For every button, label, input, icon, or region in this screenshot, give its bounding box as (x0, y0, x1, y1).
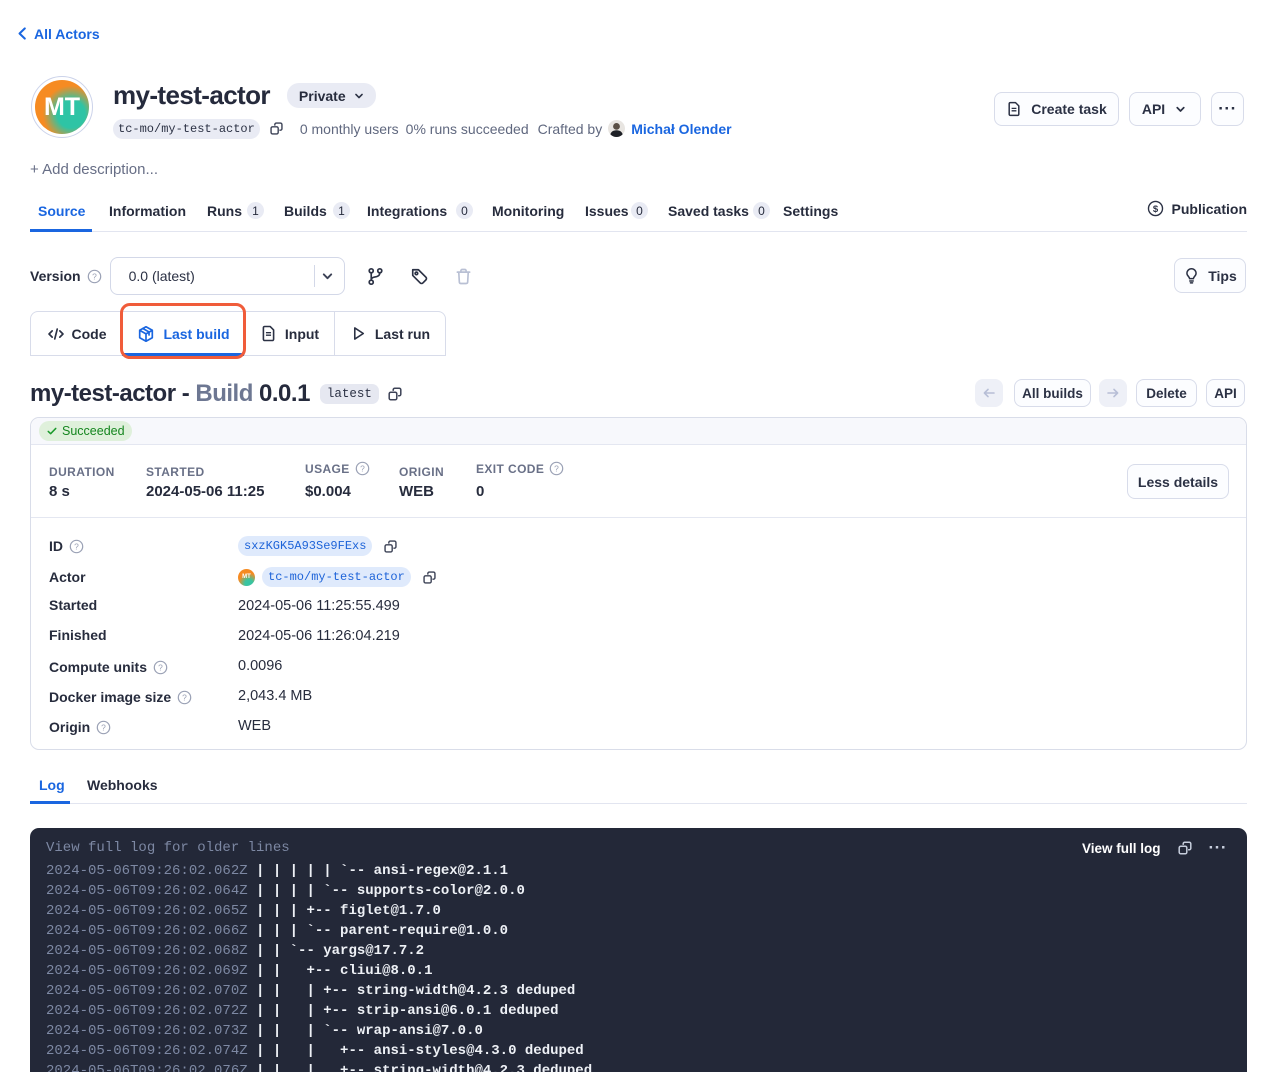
svg-text:?: ? (158, 662, 163, 672)
svg-text:?: ? (182, 692, 187, 702)
svg-text:?: ? (360, 463, 365, 473)
svg-text:?: ? (92, 271, 97, 281)
svg-text:$: $ (1152, 204, 1158, 215)
svg-text:?: ? (101, 722, 106, 732)
svg-text:?: ? (554, 463, 559, 473)
svg-text:?: ? (74, 541, 79, 551)
